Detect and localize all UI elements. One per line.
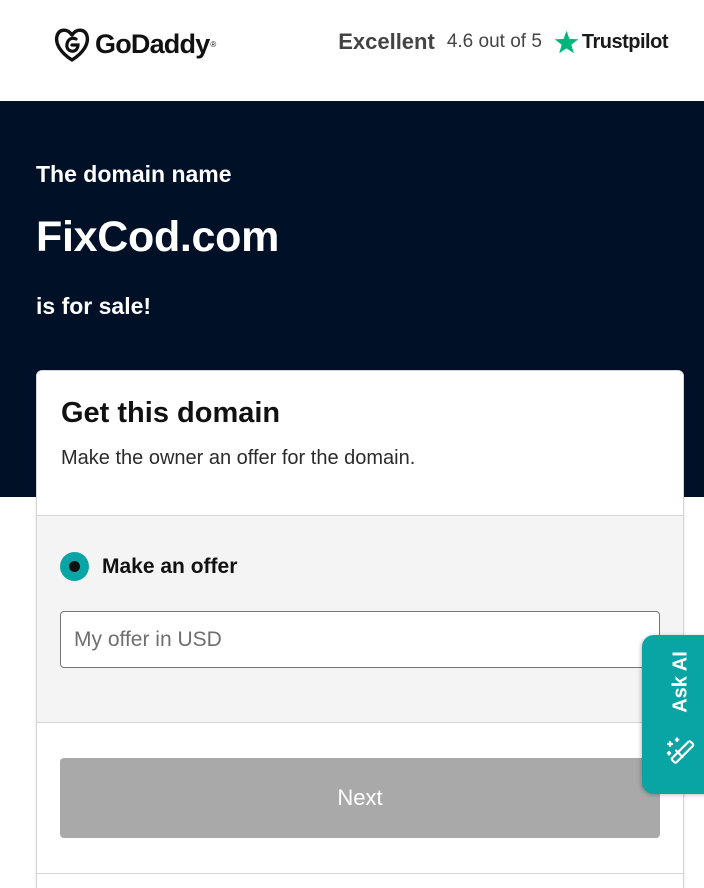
make-offer-label: Make an offer xyxy=(102,554,238,578)
radio-selected-dot xyxy=(69,561,80,572)
card-title: Get this domain xyxy=(61,397,281,429)
ask-ai-tab[interactable]: Ask AI xyxy=(642,635,704,794)
rating-score: 4.6 out of 5 xyxy=(446,31,542,52)
domain-name-heading: FixCod.com xyxy=(36,213,280,261)
magic-wand-icon xyxy=(666,737,695,764)
trademark-mark: ® xyxy=(210,39,217,49)
card-header: Get this domain Make the owner an offer … xyxy=(37,371,683,515)
godaddy-logo[interactable]: GoDaddy ® xyxy=(53,26,216,62)
trustpilot-brand: Trustpilot xyxy=(581,30,669,53)
make-offer-radio[interactable] xyxy=(60,552,89,581)
godaddy-logo-icon xyxy=(54,28,90,62)
make-offer-option[interactable]: Make an offer xyxy=(60,552,237,581)
for-sale-text: is for sale! xyxy=(36,293,152,319)
star-icon xyxy=(554,30,579,53)
rating-label: Excellent xyxy=(338,29,435,54)
offer-section: Make an offer xyxy=(37,515,683,723)
offer-card: Get this domain Make the owner an offer … xyxy=(36,370,684,888)
ask-ai-label: Ask AI xyxy=(669,651,692,713)
offer-amount-input[interactable] xyxy=(60,611,660,668)
next-button[interactable]: Next xyxy=(60,758,660,838)
site-header: GoDaddy ® Excellent 4.6 out of 5 Trustpi… xyxy=(0,0,704,101)
card-description: Make the owner an offer for the domain. xyxy=(61,447,416,469)
card-divider xyxy=(37,873,683,874)
trustpilot-rating[interactable]: Excellent 4.6 out of 5 Trustpilot xyxy=(338,24,668,60)
hero-intro-text: The domain name xyxy=(36,161,232,187)
logo-text: GoDaddy xyxy=(95,28,210,59)
